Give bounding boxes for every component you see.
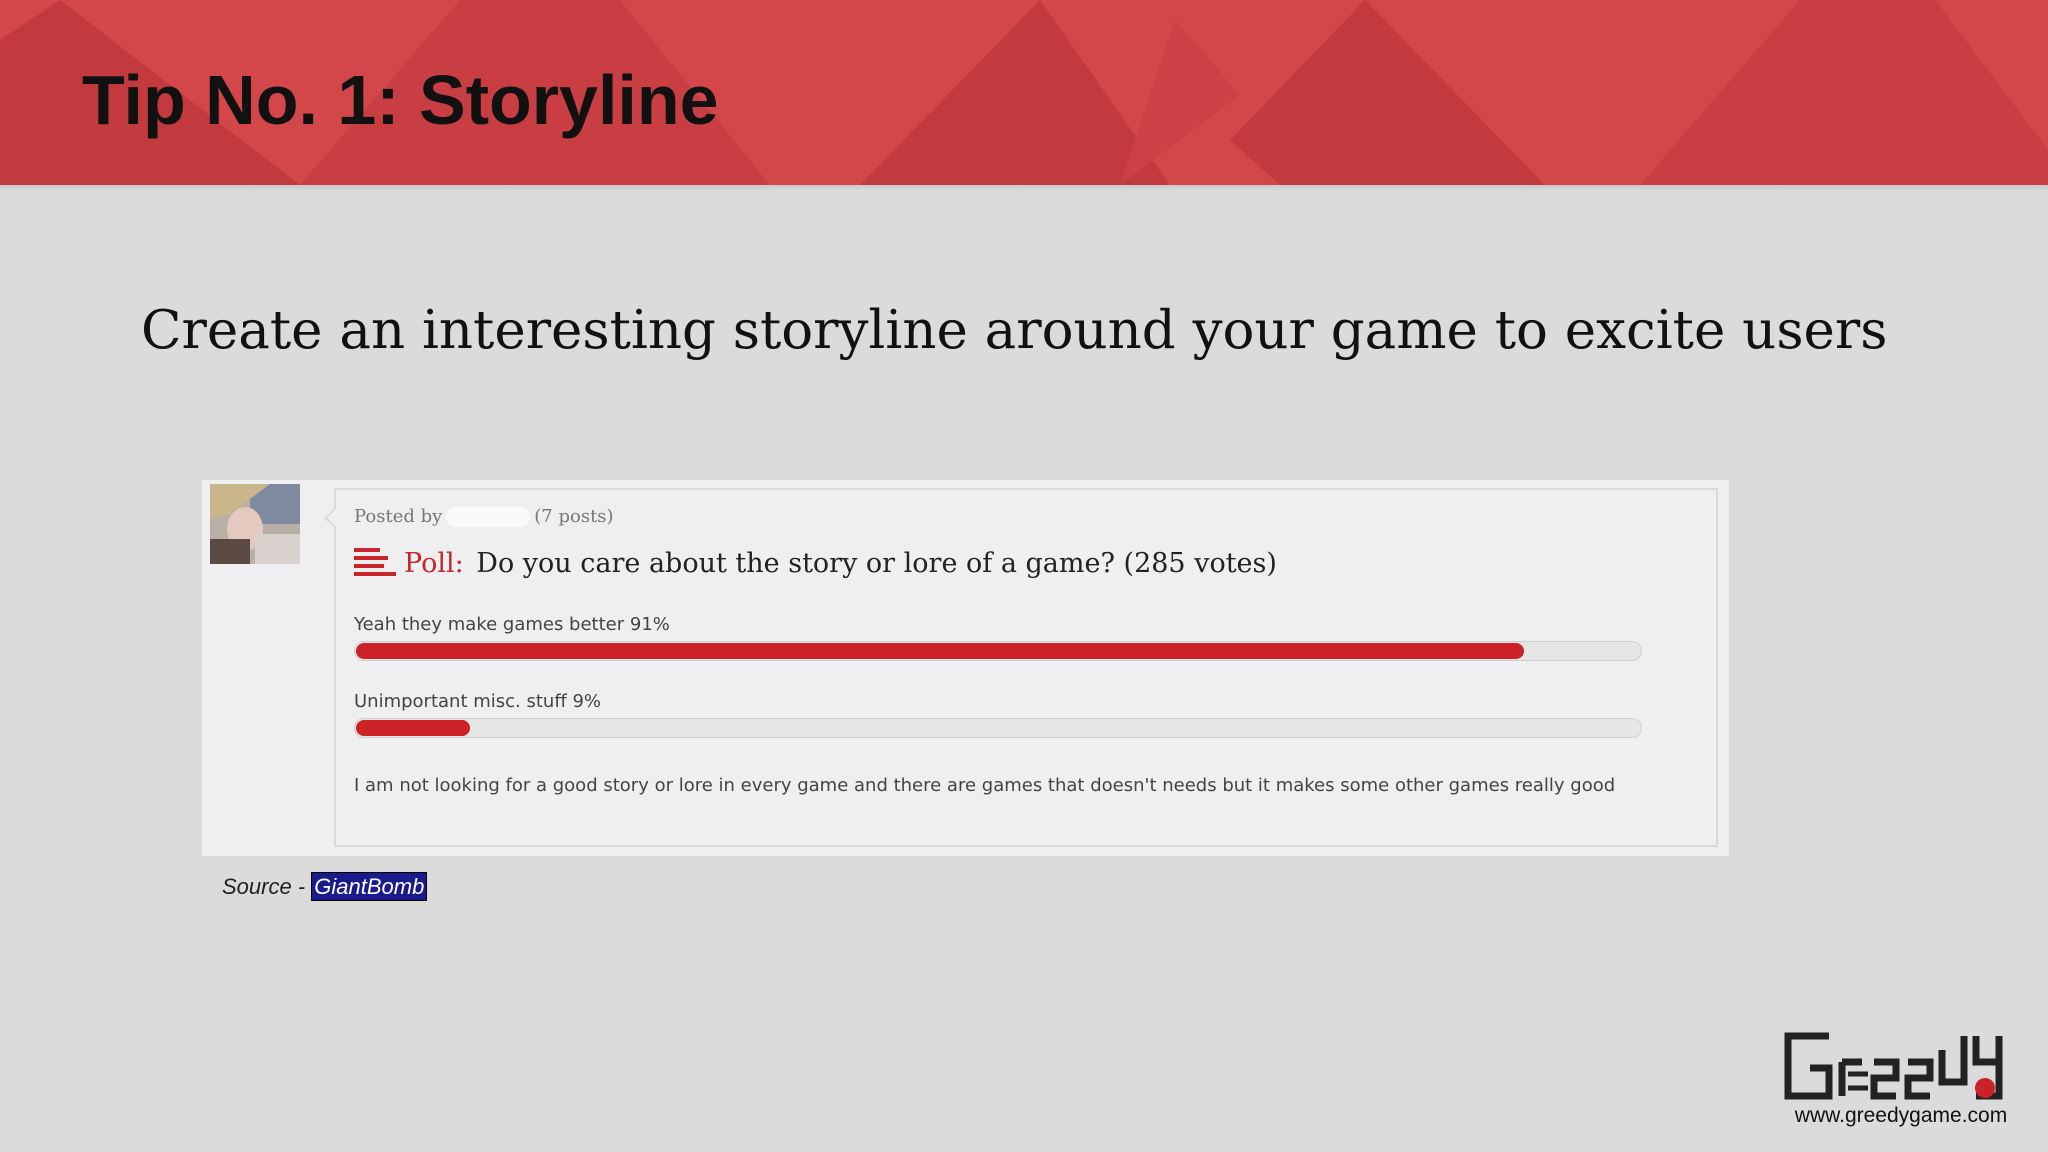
slide-subtitle: Create an interesting storyline around y… <box>141 300 1888 361</box>
poll-option-fill <box>356 643 1525 659</box>
logo-url[interactable]: www.greedygame.com <box>1784 1104 2018 1128</box>
poll-question: Do you care about the story or lore of a… <box>476 548 1277 579</box>
header-shadow <box>0 185 2048 191</box>
post-box: Posted by (7 posts) Poll: Do you care abo… <box>324 488 1718 847</box>
poll-option-label: Yeah they make games better 91% <box>354 614 670 635</box>
poll-option-fill <box>356 720 470 736</box>
poll-label: Poll: <box>404 548 464 579</box>
forum-poll-screenshot: Posted by (7 posts) Poll: Do you care abo… <box>201 479 1730 857</box>
post-count: (7 posts) <box>534 506 614 527</box>
posted-by-label: Posted by <box>354 506 443 527</box>
poll-option-bar <box>354 718 1642 738</box>
avatar <box>210 484 300 564</box>
poll-heading: Poll: Do you care about the story or lor… <box>354 546 1277 583</box>
poll-option-label: Unimportant misc. stuff 9% <box>354 691 602 712</box>
source-prefix: Source - <box>222 874 312 899</box>
redacted-username <box>446 507 531 527</box>
poll-icon <box>354 546 396 583</box>
post-meta: Posted by (7 posts) <box>354 506 614 527</box>
header-band: Tip No. 1: Storyline <box>0 0 2048 185</box>
source-line: Source - GiantBomb <box>222 872 428 901</box>
avatar-image <box>210 484 300 564</box>
greedygame-logo <box>1784 1032 2009 1100</box>
post-pointer <box>324 508 336 528</box>
source-link[interactable]: GiantBomb <box>311 872 428 901</box>
poll-comment: I am not looking for a good story or lor… <box>354 775 1616 796</box>
slide-title: Tip No. 1: Storyline <box>82 61 719 139</box>
poll-option-bar <box>354 641 1642 661</box>
